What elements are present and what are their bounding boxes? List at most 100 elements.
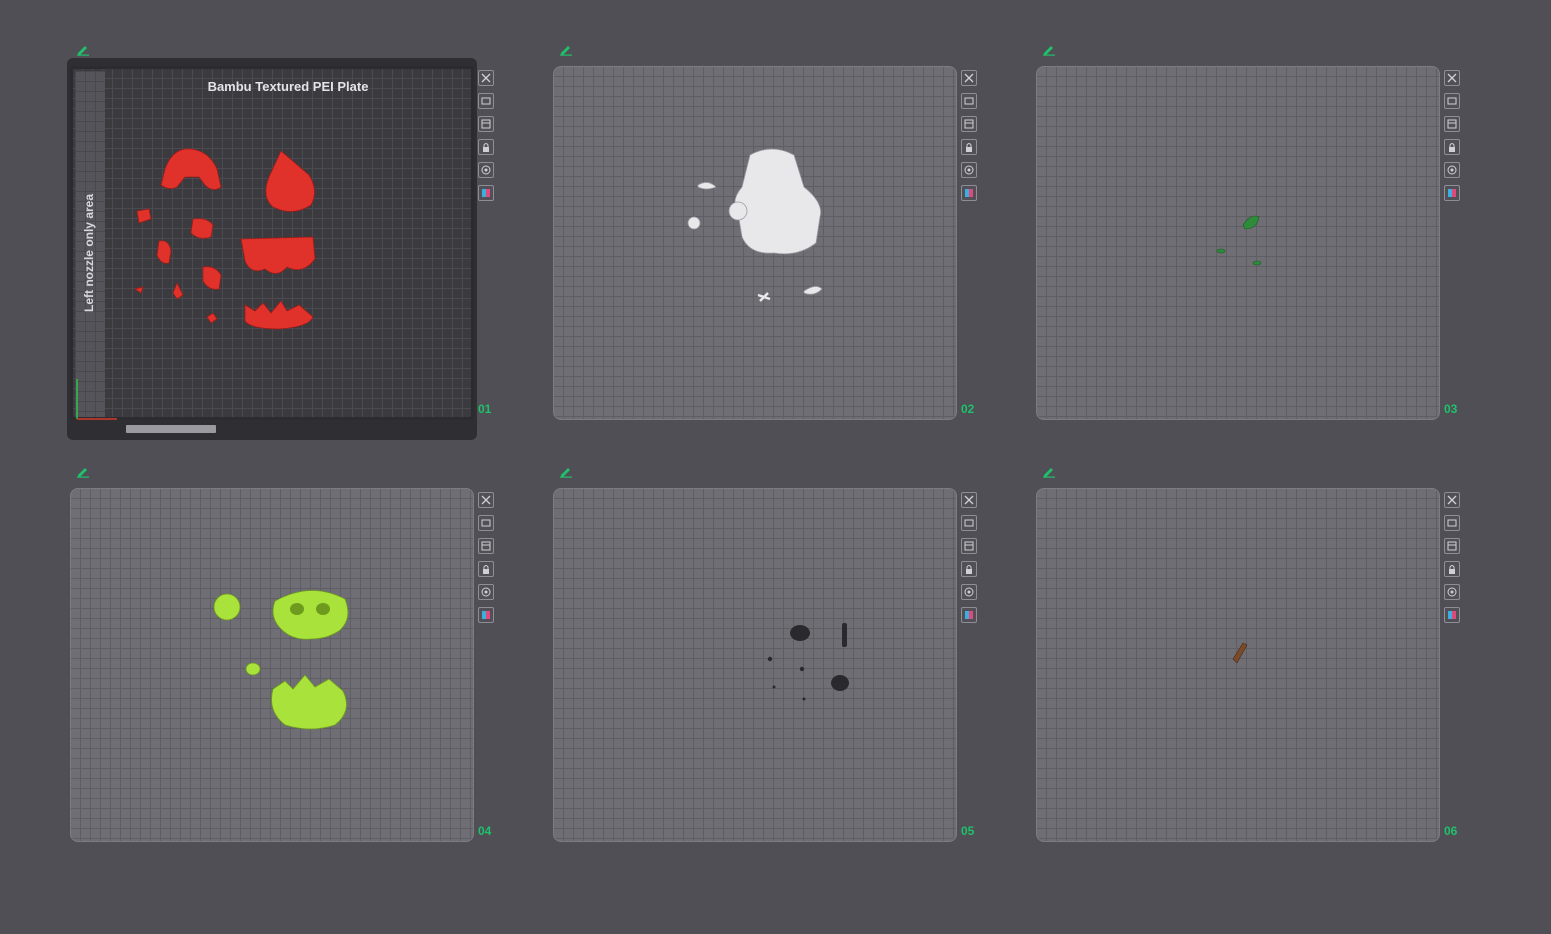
lock-icon[interactable] [1444,561,1460,577]
arrange-icon[interactable] [961,93,977,109]
plate-objects[interactable] [554,489,958,843]
plate-toolbar [961,492,979,630]
plate-objects[interactable] [1037,489,1441,843]
settings-icon[interactable] [478,162,494,178]
close-icon[interactable] [961,70,977,86]
arrange-icon[interactable] [1444,93,1460,109]
plate-toolbar [478,70,496,208]
plate-objects[interactable] [554,67,958,421]
filament-icon[interactable] [1444,185,1460,201]
close-icon[interactable] [961,492,977,508]
filament-icon[interactable] [961,607,977,623]
orient-icon[interactable] [478,116,494,132]
edit-plate-icon[interactable] [1042,464,1056,478]
lock-icon[interactable] [478,561,494,577]
model-part [767,656,773,662]
lock-icon[interactable] [961,561,977,577]
model-part [160,148,222,190]
plate-toolbar [961,70,979,208]
orient-icon[interactable] [961,538,977,554]
orient-icon[interactable] [961,116,977,132]
build-plate-grid[interactable] [1036,488,1440,842]
plate-number: 01 [478,402,492,416]
model-part [831,675,849,691]
model-part [244,300,314,330]
settings-icon[interactable] [1444,584,1460,600]
arrange-icon[interactable] [961,515,977,531]
model-part [1242,215,1260,230]
model-part [842,623,847,647]
close-icon[interactable] [478,492,494,508]
plate-number: 03 [1444,402,1458,416]
plate-toolbar [1444,492,1462,630]
plate-objects[interactable] [1037,67,1441,421]
model-part [213,593,241,621]
model-part [134,286,144,294]
model-part [172,282,184,300]
plate-02[interactable]: 02 [553,46,1013,466]
plate-number: 04 [478,824,492,838]
settings-icon[interactable] [478,584,494,600]
filament-icon[interactable] [478,607,494,623]
model-part [1216,248,1226,254]
edit-plate-icon[interactable] [559,464,573,478]
model-part [790,625,810,641]
lock-icon[interactable] [478,139,494,155]
arrange-icon[interactable] [478,93,494,109]
plate-03[interactable]: 03 [1036,46,1496,466]
plate-05[interactable]: 05 [553,468,1013,888]
build-plate-grid[interactable] [553,488,957,842]
plate-bottom-bar [100,422,450,436]
model-part [190,218,214,239]
model-part [202,266,222,290]
model-part [772,685,776,689]
model-part [265,150,315,212]
model-part [802,697,806,701]
edit-plate-icon[interactable] [1042,42,1056,56]
edit-plate-icon[interactable] [76,464,90,478]
plate-objects[interactable] [73,69,477,423]
model-part [156,240,172,264]
model-part [799,666,805,672]
plate-toolbar [1444,70,1462,208]
model-part [757,292,771,302]
settings-icon[interactable] [1444,162,1460,178]
arrange-icon[interactable] [478,515,494,531]
model-part [687,216,701,230]
filament-icon[interactable] [478,185,494,201]
arrange-icon[interactable] [1444,515,1460,531]
plate-number: 02 [961,402,975,416]
orient-icon[interactable] [1444,538,1460,554]
model-part [245,662,261,676]
model-part [734,148,822,255]
plate-number: 05 [961,824,975,838]
model-part [240,236,316,274]
lock-icon[interactable] [1444,139,1460,155]
lock-icon[interactable] [961,139,977,155]
edit-plate-icon[interactable] [559,42,573,56]
model-part [803,286,823,295]
plate-objects[interactable] [71,489,475,843]
build-plate-grid[interactable] [553,66,957,420]
plate-01[interactable]: Left nozzle only area Bambu Textured PEI… [67,46,530,466]
close-icon[interactable] [1444,492,1460,508]
close-icon[interactable] [478,70,494,86]
model-part [272,590,349,640]
settings-icon[interactable] [961,162,977,178]
build-plate-grid[interactable] [1036,66,1440,420]
plate-06[interactable]: 06 [1036,468,1496,888]
edit-plate-icon[interactable] [76,42,90,56]
close-icon[interactable] [1444,70,1460,86]
filament-icon[interactable] [961,185,977,201]
build-plate-grid[interactable] [70,488,474,842]
plate-04[interactable]: 04 [70,468,530,888]
plate-number: 06 [1444,824,1458,838]
model-part [206,312,218,324]
orient-icon[interactable] [1444,116,1460,132]
filament-icon[interactable] [1444,607,1460,623]
orient-icon[interactable] [478,538,494,554]
model-part [271,674,347,730]
model-part [728,201,748,221]
settings-icon[interactable] [961,584,977,600]
build-plate-grid[interactable]: Left nozzle only area Bambu Textured PEI… [70,66,474,420]
